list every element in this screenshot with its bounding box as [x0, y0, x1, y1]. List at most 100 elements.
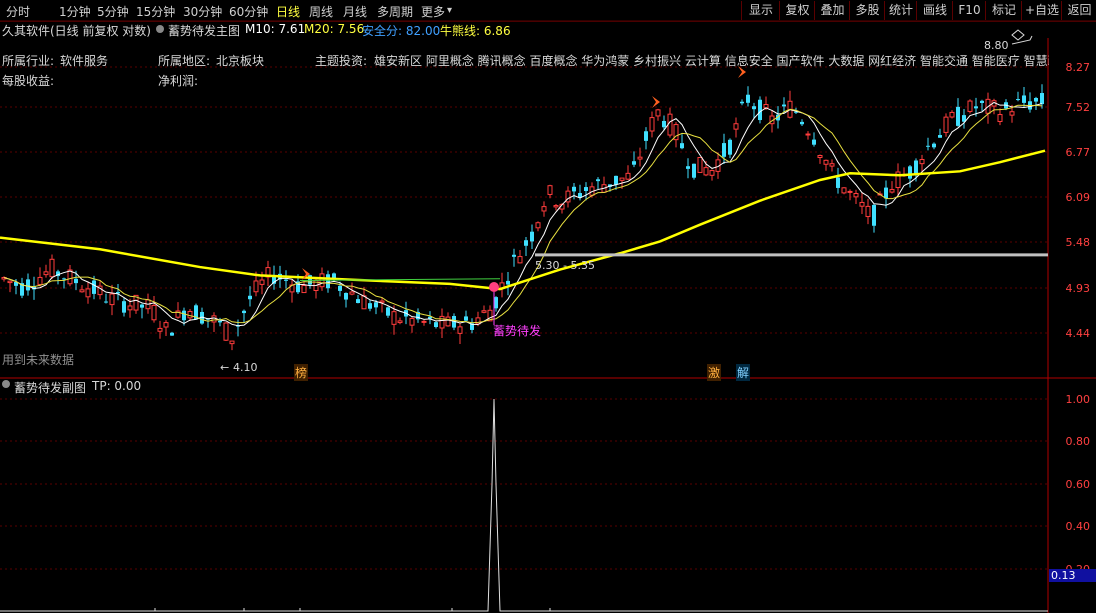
butterfly-marker: [738, 66, 746, 78]
candle-up: [997, 114, 1003, 122]
candle-up: [259, 279, 265, 285]
candle-up: [379, 300, 385, 303]
candle-down: [248, 295, 252, 300]
candle-up: [889, 189, 895, 193]
candle-up: [409, 318, 415, 326]
candle-down: [116, 291, 120, 294]
sub-settings-icon[interactable]: [2, 380, 10, 388]
candle-down: [884, 187, 888, 199]
butterfly-marker: [652, 96, 660, 108]
candle-down: [374, 302, 378, 308]
candle-up: [421, 320, 427, 323]
candle-down: [182, 310, 186, 321]
candle-down: [92, 280, 96, 294]
candle-up: [127, 305, 133, 311]
candle-down: [344, 292, 348, 300]
high-price-label: 8.80: [984, 39, 1009, 52]
candle-down: [728, 139, 732, 155]
candle-up: [697, 156, 703, 173]
candle-down: [914, 160, 918, 175]
candle-down: [512, 254, 516, 257]
candle-down: [1022, 95, 1026, 103]
candle-up: [517, 256, 523, 264]
candle-up: [445, 316, 451, 327]
candle-down: [872, 204, 876, 226]
candle-up: [865, 205, 871, 218]
diamond-icon: [1011, 29, 1025, 41]
candle-down: [1034, 97, 1038, 102]
candle-up: [547, 185, 553, 195]
candle-down: [782, 104, 786, 107]
candle-up: [919, 159, 925, 165]
candle-up: [637, 156, 643, 160]
candle-down: [1040, 93, 1044, 105]
candle-up: [553, 205, 559, 208]
candle-down: [692, 163, 696, 178]
candle-down: [812, 139, 816, 145]
candle-up: [943, 116, 949, 133]
signal-dot: [489, 282, 499, 292]
candle-up: [829, 163, 835, 167]
candle-up: [967, 100, 973, 112]
candle-up: [163, 322, 169, 328]
sub-tick: 1.00: [1065, 393, 1091, 406]
candle-up: [1009, 111, 1015, 116]
candle-down: [938, 135, 942, 138]
price-tick: 7.52: [1065, 101, 1091, 114]
candle-down: [596, 179, 600, 182]
candle-up: [841, 187, 847, 194]
candle-up: [859, 201, 865, 207]
surge-tag[interactable]: 激: [707, 364, 722, 381]
candle-down: [722, 143, 726, 157]
candle-down: [524, 240, 528, 246]
sub-tick: 0.40: [1065, 520, 1091, 533]
candle-down: [572, 186, 576, 192]
candle-up: [301, 285, 307, 294]
candle-up: [361, 295, 367, 310]
candle-down: [614, 175, 618, 185]
candle-up: [43, 271, 49, 276]
candle-up: [655, 109, 661, 117]
candle-up: [619, 177, 625, 181]
sub-indicator-name[interactable]: 蓄势待发副图: [14, 379, 86, 396]
candle-down: [494, 297, 498, 309]
price-tick: 4.44: [1065, 327, 1091, 340]
tp-value: TP: 0.00: [92, 379, 142, 393]
candle-up: [847, 190, 853, 193]
price-tick: 6.09: [1065, 191, 1091, 204]
sub-tick: 0.80: [1065, 435, 1091, 448]
candle-down: [218, 320, 222, 323]
candle-down: [356, 299, 360, 304]
candle-up: [817, 154, 823, 158]
candle-up: [85, 288, 91, 298]
candle-up: [541, 206, 547, 212]
candle-up: [223, 322, 229, 341]
candle-up: [733, 123, 739, 130]
candle-up: [457, 326, 463, 334]
price-chart[interactable]: [0, 0, 1096, 613]
candle-down: [800, 121, 804, 125]
candle-down: [338, 285, 342, 291]
candle-up: [79, 289, 85, 293]
candle-down: [662, 120, 666, 128]
candle-up: [151, 304, 157, 321]
price-tick: 5.48: [1065, 236, 1091, 249]
candle-down: [926, 145, 930, 147]
candle-up: [349, 291, 355, 295]
price-tick: 6.77: [1065, 146, 1091, 159]
candle-up: [481, 310, 487, 313]
rank-tag[interactable]: 榜: [294, 364, 309, 381]
candle-up: [187, 310, 193, 319]
candle-down: [974, 106, 978, 109]
candle-down: [644, 131, 648, 141]
unlock-tag[interactable]: 解: [736, 364, 751, 381]
price-tick: 4.93: [1065, 282, 1091, 295]
candle-up: [949, 111, 955, 118]
candle-down: [284, 279, 288, 281]
candle-up: [625, 172, 631, 180]
bull-bear-line: [0, 149, 1046, 291]
low-price-label: 4.10: [233, 361, 258, 374]
candle-down: [386, 307, 390, 316]
candle-up: [49, 258, 55, 278]
candle-up: [37, 276, 43, 285]
